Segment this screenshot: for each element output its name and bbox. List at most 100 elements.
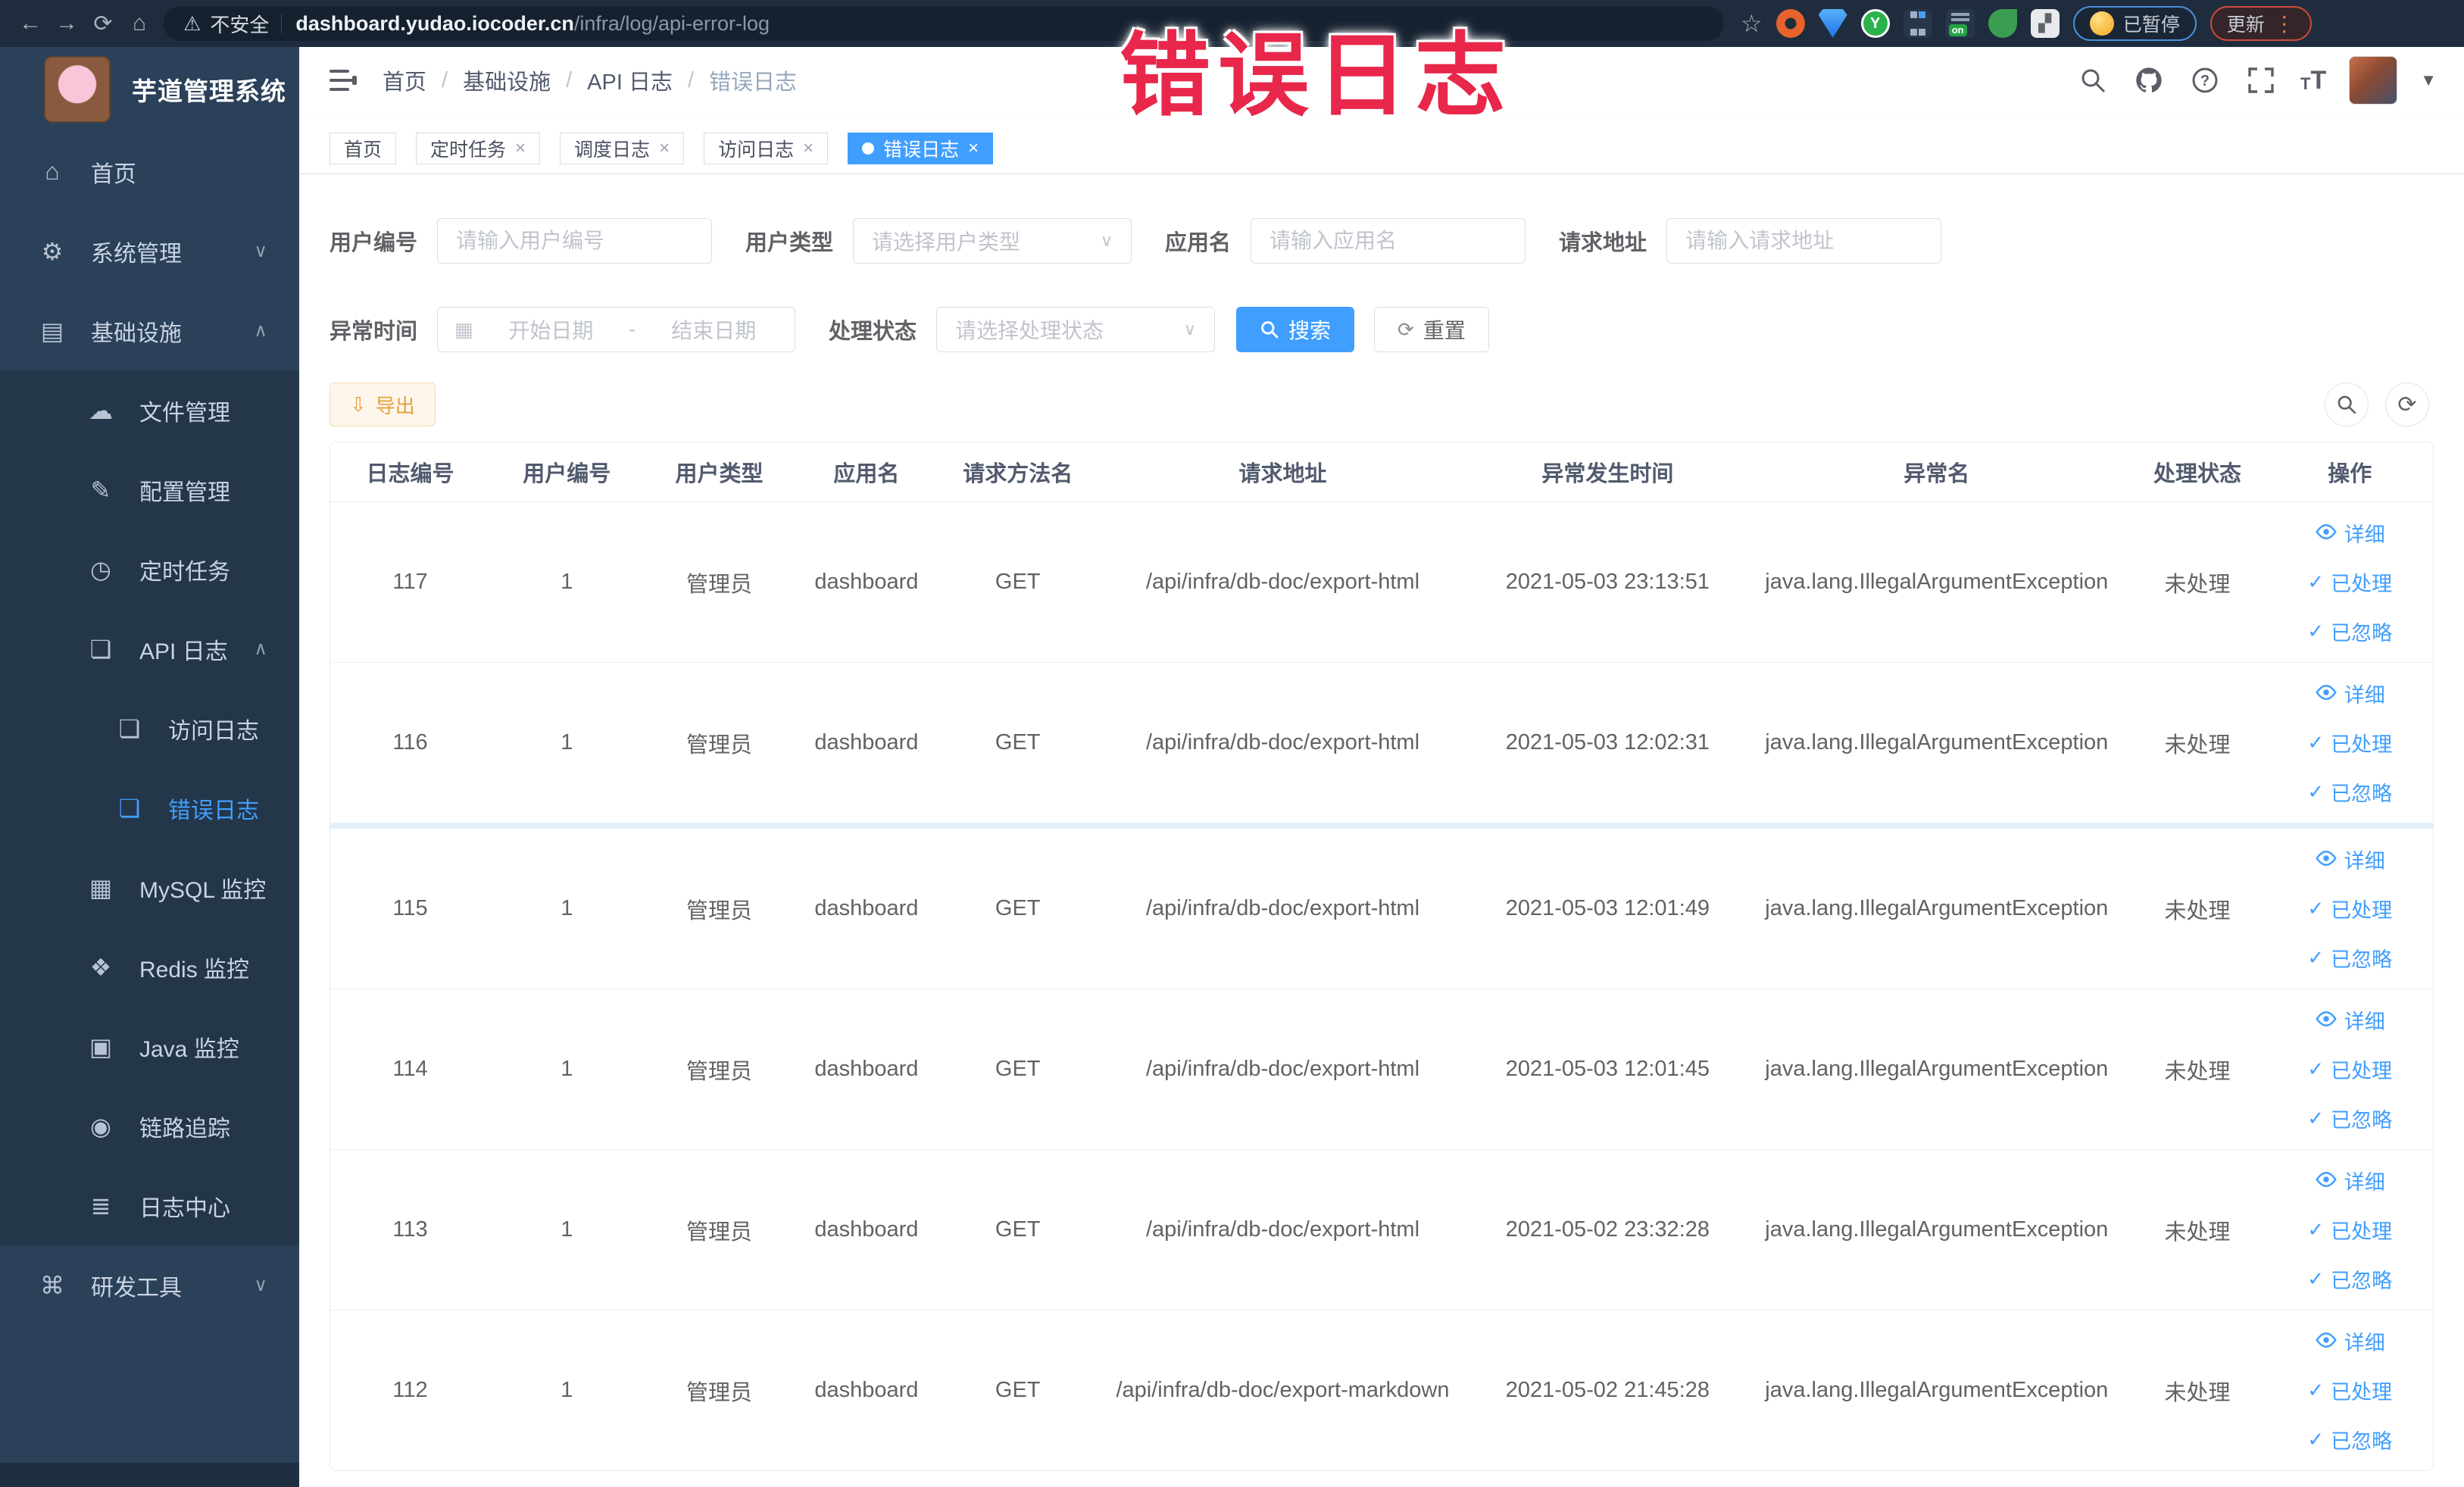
sidebar-item-system-management[interactable]: ⚙ 系统管理 ∨ <box>0 211 299 291</box>
chevron-up-icon: ∧ <box>254 639 267 659</box>
action-processed-link[interactable]: ✓ 已处理 <box>2307 1215 2392 1245</box>
extensions-puzzle-icon[interactable]: ▞ <box>2030 9 2060 38</box>
refresh-table-icon[interactable]: ⟳ <box>2385 383 2429 426</box>
devtools-icon: ⌘ <box>40 1271 64 1299</box>
user-avatar[interactable] <box>2349 56 2398 105</box>
action-detail-link[interactable]: 详细 <box>2315 679 2385 708</box>
toggle-search-icon[interactable] <box>2325 383 2369 426</box>
github-icon[interactable] <box>2132 64 2166 97</box>
tab-scheduled-tasks[interactable]: 定时任务 × <box>416 133 541 164</box>
help-icon[interactable]: ? <box>2188 64 2222 97</box>
search-button[interactable]: 搜索 <box>1236 307 1355 352</box>
profile-paused-badge[interactable]: 已暂停 <box>2072 6 2197 41</box>
user-id-input[interactable] <box>437 218 713 264</box>
action-detail-link[interactable]: 详细 <box>2315 845 2385 874</box>
chevron-down-icon[interactable]: ▼ <box>2420 70 2437 90</box>
date-start-placeholder: 开始日期 <box>508 319 594 342</box>
tab-home[interactable]: 首页 <box>329 133 397 164</box>
action-label: 已处理 <box>2331 1220 2393 1243</box>
user-type-select[interactable]: 请选择用户类型 ∨ <box>853 218 1132 264</box>
eye-icon <box>2315 1008 2338 1032</box>
extension-green-icon[interactable]: Y <box>1860 9 1890 38</box>
tab-error-log[interactable]: 错误日志 × <box>848 133 994 164</box>
extension-leaf-icon[interactable] <box>1988 9 2017 38</box>
action-processed-link[interactable]: ✓ 已处理 <box>2307 894 2392 923</box>
sidebar-item-home[interactable]: ⌂ 首页 <box>0 132 299 211</box>
action-processed-link[interactable]: ✓ 已处理 <box>2307 1376 2392 1405</box>
select-placeholder: 请选择处理状态 <box>955 319 1104 342</box>
sidebar-item-mysql-monitor[interactable]: ▦ MySQL 监控 <box>0 848 299 927</box>
search-icon[interactable] <box>2076 64 2110 97</box>
reset-button[interactable]: ⟳ 重置 <box>1374 307 1489 352</box>
action-ignored-link[interactable]: ✓ 已忽略 <box>2307 943 2392 973</box>
sidebar-item-file-management[interactable]: ☁ 文件管理 <box>0 370 299 450</box>
breadcrumb-item-home[interactable]: 首页 <box>383 64 426 96</box>
action-ignored-link[interactable]: ✓ 已忽略 <box>2307 1264 2392 1294</box>
cell-app_name: dashboard <box>814 1217 919 1242</box>
close-icon[interactable]: × <box>803 138 814 159</box>
action-processed-link[interactable]: ✓ 已处理 <box>2307 728 2392 758</box>
bookmark-star-icon[interactable]: ☆ <box>1741 9 1763 38</box>
extension-orange-icon[interactable] <box>1775 9 1805 38</box>
date-range-picker[interactable]: ▦ 开始日期 - 结束日期 <box>437 307 796 352</box>
hamburger-icon[interactable] <box>326 64 360 97</box>
action-ignored-link[interactable]: ✓ 已忽略 <box>2307 1425 2392 1454</box>
address-bar[interactable]: ⚠ 不安全 dashboard.yudao.iocoder.cn /infra/… <box>164 6 1724 41</box>
action-processed-link[interactable]: ✓ 已处理 <box>2307 1054 2392 1084</box>
back-icon[interactable]: ← <box>12 5 48 42</box>
extension-grid-icon[interactable] <box>1903 9 1932 38</box>
fullscreen-icon[interactable] <box>2244 64 2278 97</box>
sidebar-item-api-log[interactable]: ❏ API 日志 ∧ <box>0 609 299 689</box>
action-ignored-link[interactable]: ✓ 已忽略 <box>2307 1104 2392 1133</box>
sidebar-logo[interactable]: 芋道管理系统 <box>0 47 299 132</box>
breadcrumb-separator: / <box>442 67 448 92</box>
error-log-table: 日志编号 用户编号 用户类型 应用名 请求方法名 请求地址 异常发生时间 异常名 处理状态 操作 … <box>329 442 2434 1471</box>
close-icon[interactable]: × <box>515 138 526 159</box>
sidebar-item-error-log[interactable]: ❏ 错误日志 <box>0 768 299 848</box>
action-detail-link[interactable]: 详细 <box>2315 1005 2385 1035</box>
font-size-icon[interactable]: TT <box>2300 67 2326 93</box>
gear-icon: ⚙ <box>41 237 64 265</box>
sidebar-item-config-management[interactable]: ✎ 配置管理 <box>0 450 299 530</box>
tab-access-log[interactable]: 访问日志 × <box>704 133 829 164</box>
action-detail-link[interactable]: 详细 <box>2315 518 2385 548</box>
sidebar-item-infrastructure[interactable]: ▤ 基础设施 ∧ <box>0 291 299 370</box>
cell-status: 未处理 <box>2164 898 2231 923</box>
action-label: 详细 <box>2344 1171 2385 1194</box>
java-icon: ▣ <box>89 1032 113 1061</box>
close-icon[interactable]: × <box>659 138 670 159</box>
action-detail-link[interactable]: 详细 <box>2315 1326 2385 1356</box>
cell-user_type: 管理员 <box>686 733 753 758</box>
action-processed-link[interactable]: ✓ 已处理 <box>2307 567 2392 597</box>
forward-icon[interactable]: → <box>48 5 85 42</box>
sidebar-item-log-center[interactable]: ≣ 日志中心 <box>0 1166 299 1245</box>
request-url-input[interactable] <box>1666 218 1942 264</box>
sidebar-item-scheduled-tasks[interactable]: ◷ 定时任务 <box>0 530 299 609</box>
sidebar-item-dev-tools[interactable]: ⌘ 研发工具 ∨ <box>0 1245 299 1325</box>
close-icon[interactable]: × <box>968 138 979 159</box>
action-ignored-link[interactable]: ✓ 已忽略 <box>2307 777 2392 807</box>
breadcrumb-item-api-log[interactable]: API 日志 <box>587 64 673 96</box>
cell-actions: 详细 ✓ 已处理 ✓ 已忽略 <box>2269 1326 2431 1454</box>
app-name-input[interactable] <box>1251 218 1526 264</box>
sidebar-collapse-bar[interactable] <box>0 1463 299 1487</box>
sidebar-item-java-monitor[interactable]: ▣ Java 监控 <box>0 1007 299 1086</box>
process-status-select[interactable]: 请选择处理状态 ∨ <box>936 307 1216 352</box>
cell-id: 116 <box>392 730 428 754</box>
table-row: 114 1 管理员 dashboard GET/api/infra/db-doc/exp… <box>330 989 2433 1149</box>
tab-schedule-log[interactable]: 调度日志 × <box>560 133 685 164</box>
reload-icon[interactable]: ⟳ <box>85 5 121 42</box>
extension-shield-icon[interactable] <box>1818 9 1847 38</box>
action-ignored-link[interactable]: ✓ 已忽略 <box>2307 617 2392 646</box>
export-button[interactable]: ⇩ 导出 <box>329 383 436 426</box>
breadcrumb-item-infrastructure[interactable]: 基础设施 <box>463 64 551 96</box>
sidebar-item-access-log[interactable]: ❏ 访问日志 <box>0 689 299 768</box>
extension-on-icon[interactable]: on <box>1945 9 1975 38</box>
sidebar-item-trace[interactable]: ◉ 链路追踪 <box>0 1086 299 1166</box>
home-icon[interactable]: ⌂ <box>121 5 158 42</box>
action-detail-link[interactable]: 详细 <box>2315 1166 2385 1195</box>
sidebar-item-redis-monitor[interactable]: ❖ Redis 监控 <box>0 927 299 1007</box>
cell-user_id: 1 <box>561 570 573 594</box>
browser-update-button[interactable]: 更新 ⋮ <box>2209 6 2312 41</box>
browser-menu-icon[interactable]: ⋮ <box>2274 11 2295 36</box>
